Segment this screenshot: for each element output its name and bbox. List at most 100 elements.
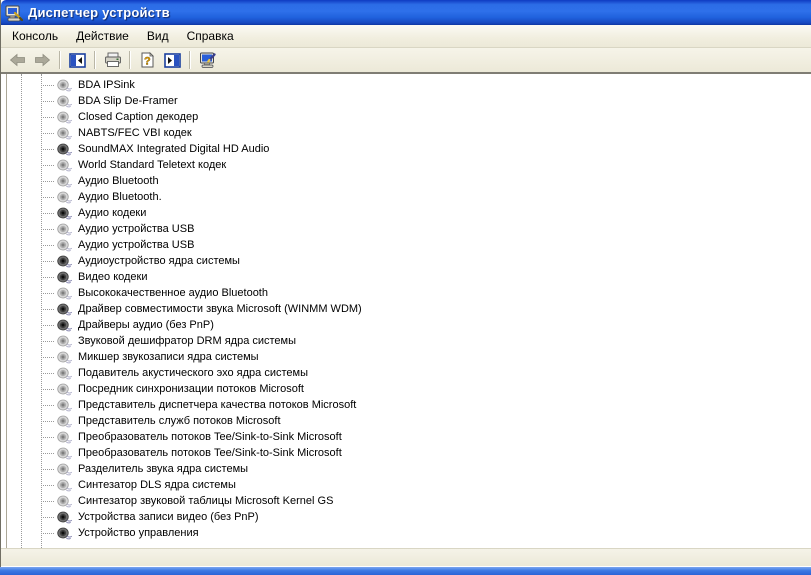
show-console-tree-button[interactable] [66, 49, 89, 71]
tree-item-label: Аудио Bluetooth. [78, 191, 162, 203]
tree-item[interactable]: Микшер звукозаписи ядра системы [7, 349, 811, 365]
speaker-device-icon [57, 319, 72, 331]
tree-item-label: NABTS/FEC VBI кодек [78, 127, 192, 139]
tree-item-label: Драйверы аудио (без PnP) [78, 319, 214, 331]
tree-item[interactable]: Видео кодеки [7, 269, 811, 285]
tree-item[interactable]: Преобразователь потоков Tee/Sink-to-Sink… [7, 445, 811, 461]
panel-right-arrow-icon [164, 52, 181, 68]
speaker-device-icon [57, 463, 72, 475]
speaker-device-icon [57, 351, 72, 363]
tree-connector-line [41, 197, 54, 198]
desktop-screen: Диспетчер устройств Консоль Действие Вид… [0, 0, 811, 575]
speaker-device-icon [57, 367, 72, 379]
tree-item[interactable]: Устройства записи видео (без PnP) [7, 509, 811, 525]
speaker-device-icon [57, 511, 72, 523]
tree-item[interactable]: Драйвер совместимости звука Microsoft (W… [7, 301, 811, 317]
tree-item[interactable]: Звуковой дешифратор DRM ядра системы [7, 333, 811, 349]
properties-button[interactable]: ? [136, 49, 159, 71]
tree-item[interactable]: SoundMAX Integrated Digital HD Audio [7, 141, 811, 157]
tree-connector-line [41, 405, 54, 406]
scan-hardware-button[interactable] [196, 49, 219, 71]
arrow-left-icon [9, 53, 25, 67]
tree-connector-line [41, 373, 54, 374]
tree-item[interactable]: Аудио Bluetooth [7, 173, 811, 189]
speaker-device-icon [57, 95, 72, 107]
tree-item-label: Видео кодеки [78, 271, 148, 283]
menu-console[interactable]: Консоль [3, 26, 67, 46]
tree-item-label: Подавитель акустического эхо ядра систем… [78, 367, 308, 379]
tree-connector-line [41, 277, 54, 278]
tree-item[interactable]: Разделитель звука ядра системы [7, 461, 811, 477]
tree-item[interactable]: Аудио Bluetooth. [7, 189, 811, 205]
speaker-device-icon [57, 223, 72, 235]
tree-connector-line [41, 229, 54, 230]
tree-item-label: Представитель служб потоков Microsoft [78, 415, 281, 427]
tree-item-label: BDA IPSink [78, 79, 135, 91]
taskbar-edge[interactable] [0, 567, 811, 575]
tree-item[interactable]: Аудиоустройство ядра системы [7, 253, 811, 269]
speaker-device-icon [57, 159, 72, 171]
tree-item[interactable]: Высококачественное аудио Bluetooth [7, 285, 811, 301]
computer-pen-icon [199, 52, 216, 68]
forward-button[interactable] [31, 49, 54, 71]
tree-item[interactable]: Синтезатор звуковой таблицы Microsoft Ke… [7, 493, 811, 509]
tree-item[interactable]: Closed Caption декодер [7, 109, 811, 125]
menu-view[interactable]: Вид [138, 26, 178, 46]
tree-connector-line [41, 293, 54, 294]
speaker-device-icon [57, 479, 72, 491]
toolbar: ? [1, 48, 811, 74]
tree-item[interactable]: Драйверы аудио (без PnP) [7, 317, 811, 333]
tree-connector-line [41, 485, 54, 486]
tree-item[interactable]: Аудио устройства USB [7, 221, 811, 237]
document-question-icon: ? [141, 52, 154, 68]
back-button[interactable] [6, 49, 29, 71]
tree-item-label: Closed Caption декодер [78, 111, 199, 123]
tree-item[interactable]: World Standard Teletext кодек [7, 157, 811, 173]
toolbar-separator [129, 51, 131, 69]
tree-item-label: Представитель диспетчера качества потоко… [78, 399, 357, 411]
tree-item[interactable]: Представитель служб потоков Microsoft [7, 413, 811, 429]
toolbar-separator [94, 51, 96, 69]
speaker-device-icon [57, 271, 72, 283]
tree-item[interactable]: Преобразователь потоков Tee/Sink-to-Sink… [7, 429, 811, 445]
tree-item[interactable]: Представитель диспетчера качества потоко… [7, 397, 811, 413]
tree-connector-line [41, 165, 54, 166]
speaker-device-icon [57, 431, 72, 443]
tree-item[interactable]: Синтезатор DLS ядра системы [7, 477, 811, 493]
tree-item[interactable]: Аудио устройства USB [7, 237, 811, 253]
title-bar[interactable]: Диспетчер устройств [1, 0, 811, 25]
device-manager-computer-icon [5, 5, 23, 21]
tree-connector-line [41, 149, 54, 150]
tree-item[interactable]: BDA IPSink [7, 77, 811, 93]
tree-connector-line [41, 133, 54, 134]
speaker-device-icon [57, 175, 72, 187]
tree-item-label: Посредник синхронизации потоков Microsof… [78, 383, 304, 395]
show-action-pane-button[interactable] [161, 49, 184, 71]
tree-item-label: Разделитель звука ядра системы [78, 463, 249, 475]
tree-item-label: BDA Slip De-Framer [78, 95, 178, 107]
tree-item[interactable]: Подавитель акустического эхо ядра систем… [7, 365, 811, 381]
menu-help[interactable]: Справка [178, 26, 243, 46]
tree-item[interactable]: NABTS/FEC VBI кодек [7, 125, 811, 141]
speaker-device-icon [57, 303, 72, 315]
tree-item-label: SoundMAX Integrated Digital HD Audio [78, 143, 270, 155]
device-tree: BDA IPSink BDA Slip De-Framer Closed Cap… [6, 74, 811, 548]
tree-item[interactable]: Устройство управления [7, 525, 811, 541]
panel-left-arrow-icon [69, 52, 86, 68]
tree-item-label: Синтезатор DLS ядра системы [78, 479, 236, 491]
tree-connector-line [41, 517, 54, 518]
tree-item[interactable]: Посредник синхронизации потоков Microsof… [7, 381, 811, 397]
menu-action[interactable]: Действие [67, 26, 138, 46]
tree-item[interactable]: Аудио кодеки [7, 205, 811, 221]
tree-connector-line [41, 85, 54, 86]
tree-rows: BDA IPSink BDA Slip De-Framer Closed Cap… [7, 74, 811, 541]
device-manager-window: Диспетчер устройств Консоль Действие Вид… [0, 0, 811, 567]
tree-connector-line [41, 101, 54, 102]
tree-item[interactable]: BDA Slip De-Framer [7, 93, 811, 109]
toolbar-separator [59, 51, 61, 69]
speaker-device-icon [57, 111, 72, 123]
tree-connector-line [41, 437, 54, 438]
speaker-device-icon [57, 143, 72, 155]
print-button[interactable] [101, 49, 124, 71]
speaker-device-icon [57, 527, 72, 539]
